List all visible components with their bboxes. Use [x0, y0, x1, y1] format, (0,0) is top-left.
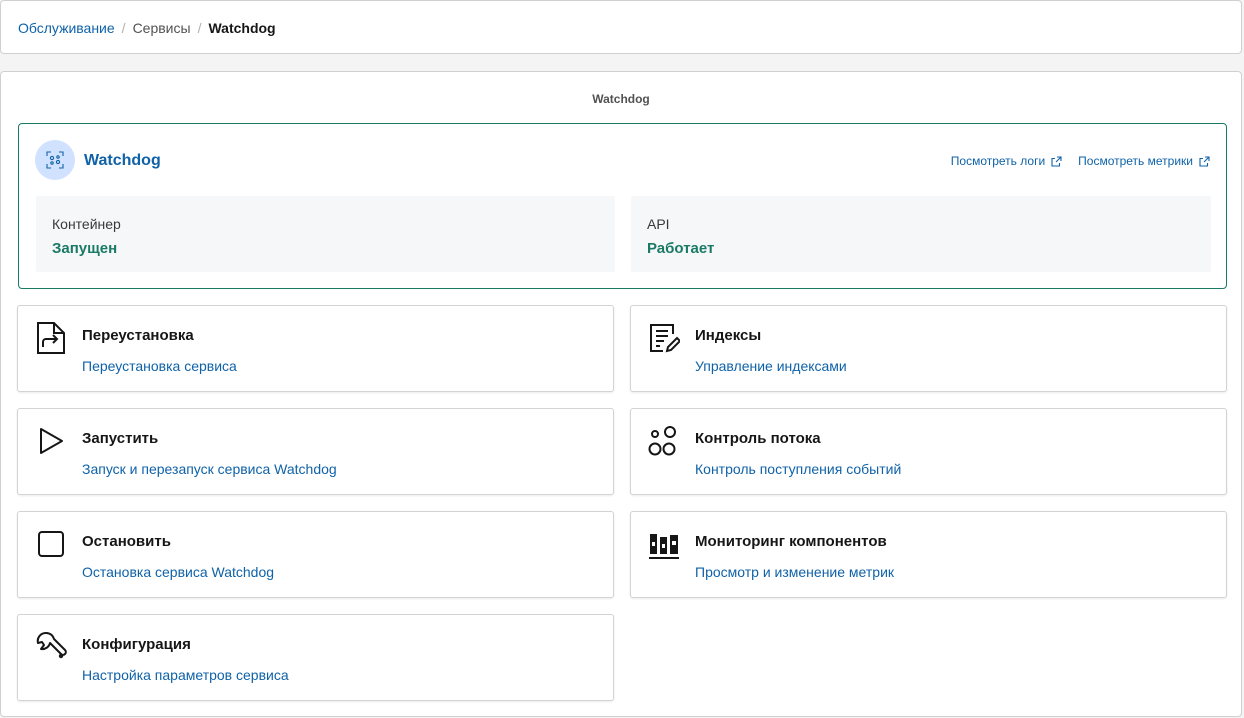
service-name[interactable]: Watchdog [84, 152, 161, 170]
service-status-card: Watchdog Посмотреть логи Посмотреть метр… [18, 123, 1227, 289]
breadcrumb-separator: / [121, 20, 126, 36]
action-title: Конфигурация [82, 636, 191, 653]
external-link-icon [1051, 155, 1062, 167]
action-card-indexes[interactable]: Индексы Управление индексами [630, 305, 1227, 392]
main-panel: Watchdog Watchdog Посмотреть логи Посмот… [0, 71, 1242, 717]
action-card-configuration[interactable]: Конфигурация Настройка параметров сервис… [17, 614, 614, 701]
action-title: Остановить [82, 533, 171, 550]
wrench-icon [36, 632, 67, 659]
action-link[interactable]: Переустановка сервиса [82, 358, 237, 374]
service-icon [35, 140, 75, 180]
action-title: Переустановка [82, 327, 194, 344]
action-link[interactable]: Остановка сервиса Watchdog [82, 564, 274, 580]
reinstall-icon [37, 322, 65, 354]
page-title: Watchdog [592, 92, 650, 106]
api-status-label: API [647, 216, 670, 232]
action-card-start[interactable]: Запустить Запуск и перезапуск сервиса Wa… [17, 408, 614, 495]
breadcrumb-item-maintenance[interactable]: Обслуживание [18, 20, 115, 36]
action-link[interactable]: Управление индексами [695, 358, 847, 374]
breadcrumb-panel: Обслуживание / Сервисы / Watchdog [0, 0, 1242, 54]
breadcrumb-item-services[interactable]: Сервисы [133, 20, 191, 36]
action-card-flow-control[interactable]: Контроль потока Контроль поступления соб… [630, 408, 1227, 495]
flow-control-icon [648, 426, 676, 456]
action-link[interactable]: Контроль поступления событий [695, 461, 901, 477]
external-link-icon [1199, 155, 1210, 167]
stop-icon [38, 531, 64, 557]
breadcrumb-current: Watchdog [208, 20, 276, 36]
api-status-value: Работает [647, 240, 715, 257]
view-logs-link[interactable]: Посмотреть логи [951, 154, 1062, 168]
api-status: API Работает [631, 196, 1211, 272]
play-icon [40, 428, 63, 454]
action-title: Контроль потока [695, 430, 821, 447]
action-link[interactable]: Запуск и перезапуск сервиса Watchdog [82, 461, 337, 477]
action-link[interactable]: Просмотр и изменение метрик [695, 564, 894, 580]
monitoring-icon [649, 534, 679, 559]
action-title: Мониторинг компонентов [695, 533, 887, 550]
container-status-value: Запущен [52, 240, 118, 257]
view-logs-label: Посмотреть логи [950, 154, 1046, 168]
action-card-reinstall[interactable]: Переустановка Переустановка сервиса [17, 305, 614, 392]
action-card-monitoring[interactable]: Мониторинг компонентов Просмотр и измене… [630, 511, 1227, 598]
action-card-stop[interactable]: Остановить Остановка сервиса Watchdog [17, 511, 614, 598]
view-metrics-link[interactable]: Посмотреть метрики [1078, 154, 1210, 168]
container-status: Контейнер Запущен [36, 196, 615, 272]
container-status-label: Контейнер [52, 216, 121, 232]
breadcrumb: Обслуживание / Сервисы / Watchdog [18, 20, 276, 36]
breadcrumb-separator: / [197, 20, 202, 36]
indexes-icon [650, 324, 680, 353]
action-title: Запустить [82, 430, 159, 447]
external-links: Посмотреть логи Посмотреть метрики [951, 154, 1210, 168]
action-title: Индексы [695, 327, 762, 344]
view-metrics-label: Посмотреть метрики [1078, 154, 1193, 168]
action-link[interactable]: Настройка параметров сервиса [82, 667, 289, 683]
